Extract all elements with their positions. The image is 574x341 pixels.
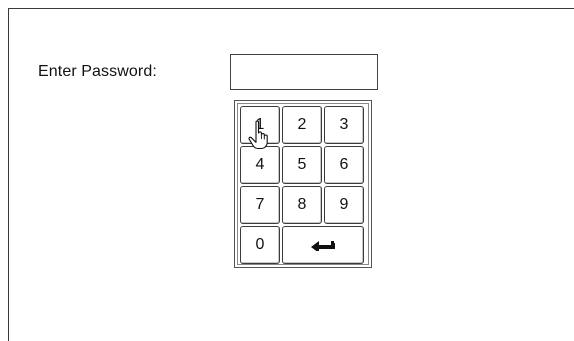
password-input[interactable]	[230, 54, 378, 90]
enter-arrow-icon	[311, 241, 335, 251]
key-6[interactable]: 6	[324, 146, 364, 184]
key-3[interactable]: 3	[324, 106, 364, 144]
key-9[interactable]: 9	[324, 186, 364, 224]
key-4[interactable]: 4	[240, 146, 280, 184]
key-8[interactable]: 8	[282, 186, 322, 224]
numeric-keypad: 1 2 3 4 5 6 7 8 9 0	[234, 100, 372, 268]
enter-key[interactable]	[282, 226, 364, 264]
key-7[interactable]: 7	[240, 186, 280, 224]
key-0[interactable]: 0	[240, 226, 280, 264]
key-1[interactable]: 1	[240, 106, 280, 144]
password-label: Enter Password:	[38, 63, 157, 80]
key-5[interactable]: 5	[282, 146, 322, 184]
key-2[interactable]: 2	[282, 106, 322, 144]
